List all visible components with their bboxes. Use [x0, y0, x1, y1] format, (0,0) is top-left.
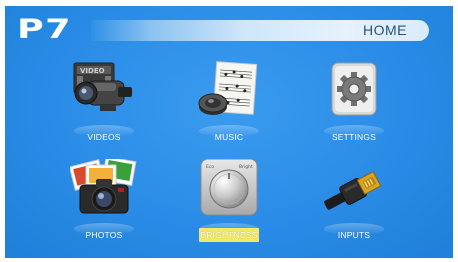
menu-item-videos[interactable]: VIDEO VIDEOS	[44, 61, 164, 161]
brightness-knob-icon: Eco Bright	[200, 159, 258, 216]
menu-item-label: SETTINGS	[331, 132, 377, 142]
home-screen: P7 HOME VIDEO VIDEOS MUSIC SETTINGS PHOT…	[5, 6, 453, 258]
menu-item-label: MUSIC	[214, 132, 244, 142]
gear-icon	[331, 62, 377, 116]
menu-item-inputs[interactable]: INPUTS	[294, 159, 414, 258]
menu-item-music[interactable]: MUSIC	[169, 61, 289, 161]
menu-item-photos[interactable]: PHOTOS	[44, 159, 164, 258]
knob-left-label: Eco	[206, 164, 214, 170]
svg-text:VIDEO: VIDEO	[80, 67, 105, 75]
page-title: HOME	[363, 22, 407, 38]
menu-item-label: BRIGHTNESS	[199, 228, 259, 242]
menu-item-label: INPUTS	[337, 230, 371, 240]
menu-item-label: PHOTOS	[85, 230, 123, 240]
hdmi-cable-icon	[324, 171, 381, 210]
knob-right-label: Bright	[239, 164, 253, 170]
title-bar: HOME	[91, 20, 429, 41]
menu-item-label: VIDEOS	[87, 132, 121, 142]
photo-camera-icon	[70, 159, 137, 214]
brand-logo: P7	[17, 14, 72, 45]
music-sheet-speaker-icon	[198, 61, 258, 115]
video-camera-icon: VIDEO	[73, 62, 132, 111]
menu-item-brightness[interactable]: Eco Bright BRIGHTNESS	[169, 159, 289, 258]
menu-item-settings[interactable]: SETTINGS	[294, 61, 414, 161]
